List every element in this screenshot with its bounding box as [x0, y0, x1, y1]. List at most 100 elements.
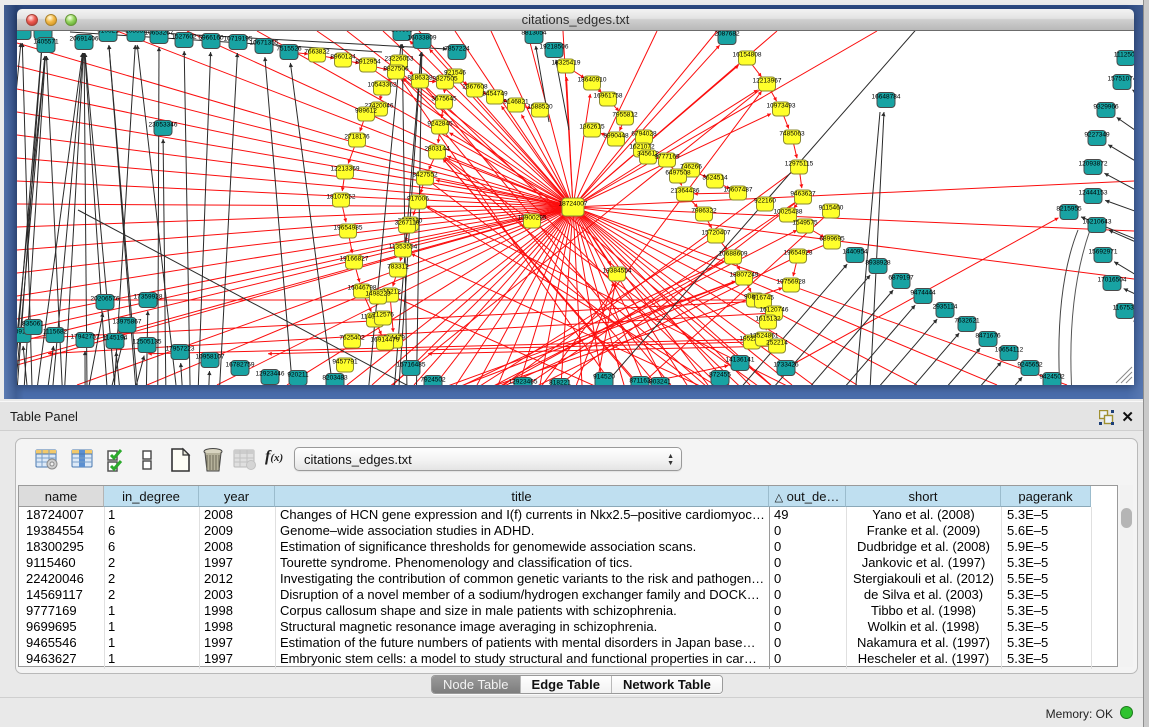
svg-text:15716485: 15716485	[397, 362, 426, 369]
svg-text:10671355: 10671355	[250, 40, 279, 47]
svg-text:818221: 818221	[549, 380, 571, 386]
svg-text:7485063: 7485063	[779, 131, 805, 138]
svg-text:160338: 160338	[391, 31, 413, 34]
svg-text:8938928: 8938928	[865, 260, 891, 267]
svg-text:12505135: 12505135	[133, 339, 162, 346]
svg-text:10973493: 10973493	[767, 103, 796, 110]
svg-text:12213369: 12213369	[331, 166, 360, 173]
svg-text:6899695: 6899695	[819, 236, 845, 243]
svg-text:9242845: 9242845	[427, 121, 453, 128]
svg-text:212576: 212576	[372, 312, 394, 319]
svg-text:1440954: 1440954	[842, 249, 868, 256]
svg-text:13524861: 13524861	[750, 333, 779, 340]
svg-text:9146821: 9146821	[503, 99, 529, 106]
svg-text:21364436: 21364436	[671, 188, 700, 195]
svg-text:11353554: 11353554	[389, 244, 418, 251]
svg-text:100855: 100855	[17, 31, 33, 33]
svg-text:12093872: 12093872	[1079, 161, 1108, 168]
svg-text:16210643: 16210643	[1083, 219, 1112, 226]
svg-text:9463627: 9463627	[790, 191, 816, 198]
svg-text:920211: 920211	[287, 372, 309, 379]
svg-text:10025438: 10025438	[774, 209, 803, 216]
svg-text:16914479: 16914479	[371, 337, 400, 344]
svg-text:18107552: 18107552	[327, 194, 356, 201]
svg-text:19384554: 19384554	[603, 268, 632, 275]
svg-text:1145194: 1145194	[103, 335, 128, 342]
svg-text:13325419: 13325419	[552, 60, 581, 67]
svg-text:10688609: 10688609	[719, 251, 748, 258]
svg-text:2367608: 2367608	[462, 84, 488, 91]
svg-text:6794028: 6794028	[631, 131, 657, 138]
svg-text:8427552: 8427552	[412, 172, 438, 179]
svg-text:1498223: 1498223	[365, 291, 391, 298]
svg-text:9827506: 9827506	[383, 66, 409, 73]
svg-text:989612: 989612	[355, 108, 377, 115]
svg-text:9777169: 9777169	[654, 154, 680, 161]
svg-text:6497508: 6497508	[665, 170, 691, 177]
svg-text:7986322: 7986322	[691, 208, 717, 215]
svg-text:12923465: 12923465	[509, 379, 538, 386]
svg-text:16782759: 16782759	[226, 362, 255, 369]
svg-text:7632621: 7632621	[954, 318, 980, 325]
svg-text:16120746: 16120746	[760, 307, 789, 314]
svg-text:3675645: 3675645	[431, 96, 457, 103]
svg-text:16154808: 16154808	[733, 52, 762, 59]
svg-text:18807249: 18807249	[730, 272, 759, 279]
svg-text:8186328: 8186328	[407, 75, 433, 82]
svg-text:17942757: 17942757	[71, 334, 100, 341]
svg-text:10653267: 10653267	[145, 31, 174, 37]
svg-text:1527602: 1527602	[171, 34, 197, 41]
svg-text:903241: 903241	[649, 379, 671, 386]
svg-text:8215955: 8215955	[1056, 206, 1082, 213]
svg-text:6879197: 6879197	[888, 275, 914, 282]
svg-text:1167533: 1167533	[1113, 305, 1134, 312]
svg-text:7924502: 7924502	[420, 377, 446, 384]
svg-text:9115460: 9115460	[819, 205, 844, 212]
svg-text:19756928: 19756928	[777, 279, 806, 286]
svg-text:8203483: 8203483	[322, 375, 348, 382]
svg-text:7625402: 7625402	[339, 335, 365, 342]
svg-text:12975115: 12975115	[785, 161, 814, 168]
svg-text:910621: 910621	[97, 31, 119, 35]
svg-text:20206576: 20206576	[91, 296, 120, 303]
svg-text:1115682: 1115682	[43, 329, 68, 336]
svg-text:1405571: 1405571	[33, 39, 59, 46]
svg-text:8960124: 8960124	[330, 54, 356, 61]
svg-text:1733426: 1733426	[773, 362, 799, 369]
svg-text:2803144: 2803144	[424, 146, 450, 153]
svg-text:9227349: 9227349	[1084, 132, 1110, 139]
svg-text:19654923: 19654923	[784, 250, 813, 257]
svg-text:2935114: 2935114	[933, 304, 958, 311]
svg-text:7955812: 7955812	[612, 112, 638, 119]
svg-text:15692971: 15692971	[1089, 249, 1118, 256]
svg-text:18640910: 18640910	[578, 77, 607, 84]
svg-text:2087682: 2087682	[714, 31, 740, 38]
svg-text:12444153: 12444153	[1079, 190, 1108, 197]
svg-text:872455: 872455	[709, 372, 731, 379]
svg-text:23226053: 23226053	[385, 56, 414, 63]
svg-text:19218506: 19218506	[540, 44, 569, 51]
svg-text:871162: 871162	[629, 378, 651, 385]
svg-text:17957223: 17957223	[166, 346, 195, 353]
svg-text:8454749: 8454749	[482, 91, 508, 98]
svg-text:17359928: 17359928	[134, 294, 163, 301]
svg-text:18724007: 18724007	[559, 201, 588, 208]
svg-text:12923446: 12923446	[256, 371, 285, 378]
svg-text:1621072: 1621072	[629, 144, 655, 151]
svg-text:10719195: 10719195	[224, 36, 253, 43]
svg-text:1112504: 1112504	[1114, 52, 1134, 59]
svg-text:15720407: 15720407	[702, 230, 731, 237]
svg-text:9474444: 9474444	[910, 290, 936, 297]
svg-text:3267110: 3267110	[395, 220, 420, 227]
svg-text:23053346: 23053346	[149, 122, 178, 129]
svg-text:10607487: 10607487	[724, 187, 753, 194]
svg-text:1615132: 1615132	[755, 316, 781, 323]
svg-text:835061: 835061	[22, 321, 44, 328]
svg-text:10543362: 10543362	[368, 82, 397, 89]
svg-text:9245652: 9245652	[1017, 362, 1043, 369]
svg-text:1588520: 1588520	[527, 104, 553, 111]
svg-text:922160: 922160	[754, 198, 776, 205]
svg-text:19166827: 19166827	[340, 256, 369, 263]
svg-text:1362615: 1362615	[579, 124, 605, 131]
svg-text:16033809: 16033809	[408, 35, 437, 42]
